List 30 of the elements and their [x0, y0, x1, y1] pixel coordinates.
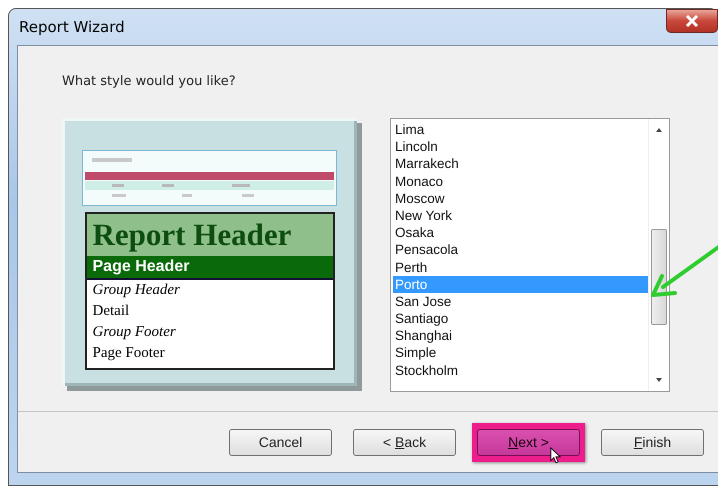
list-item[interactable]: Moscow	[393, 190, 648, 207]
section-label: Page Footer	[92, 344, 166, 364]
close-button[interactable]	[666, 9, 718, 33]
section-label: Report Header	[86, 214, 332, 256]
prompt-text: What style would you like?	[62, 74, 237, 89]
list-item[interactable]: Simple	[393, 344, 648, 362]
list-item[interactable]: Lima	[393, 121, 648, 138]
list-item[interactable]: Perth	[393, 258, 648, 276]
list-item[interactable]: Stockholm	[393, 362, 648, 379]
section-label: Detail	[92, 302, 130, 322]
section-label: Group Footer	[92, 323, 177, 342]
cursor-icon	[550, 446, 561, 464]
list-item[interactable]: Pensacola	[393, 241, 648, 258]
wizard-button[interactable]: Finish	[601, 428, 704, 456]
list-item[interactable]: New York	[393, 206, 648, 224]
list-item[interactable]: Lincoln	[393, 138, 648, 156]
style-list[interactable]: Lima Lincoln Marrakech Monaco Moscow New York Osaka Pensacola Perth Porto San Jose Santiago Shanghai Simple Stockholm	[390, 118, 670, 392]
list-item[interactable]: Shanghai	[393, 327, 648, 344]
list-item[interactable]: Santiago	[393, 310, 648, 328]
scrollbar[interactable]	[648, 119, 669, 391]
list-item[interactable]: Osaka	[393, 224, 648, 242]
window-title: Report Wizard	[19, 18, 125, 36]
list-item[interactable]: Monaco	[393, 172, 648, 190]
section-label: Group Header	[92, 281, 181, 300]
wizard-button[interactable]: < Back	[353, 428, 456, 456]
close-icon	[685, 15, 699, 27]
section-label: Page Header	[86, 256, 332, 280]
wizard-button[interactable]: Cancel	[229, 428, 332, 456]
list-item[interactable]: Marrakech	[393, 155, 648, 173]
list-item[interactable]: San Jose	[393, 292, 648, 310]
